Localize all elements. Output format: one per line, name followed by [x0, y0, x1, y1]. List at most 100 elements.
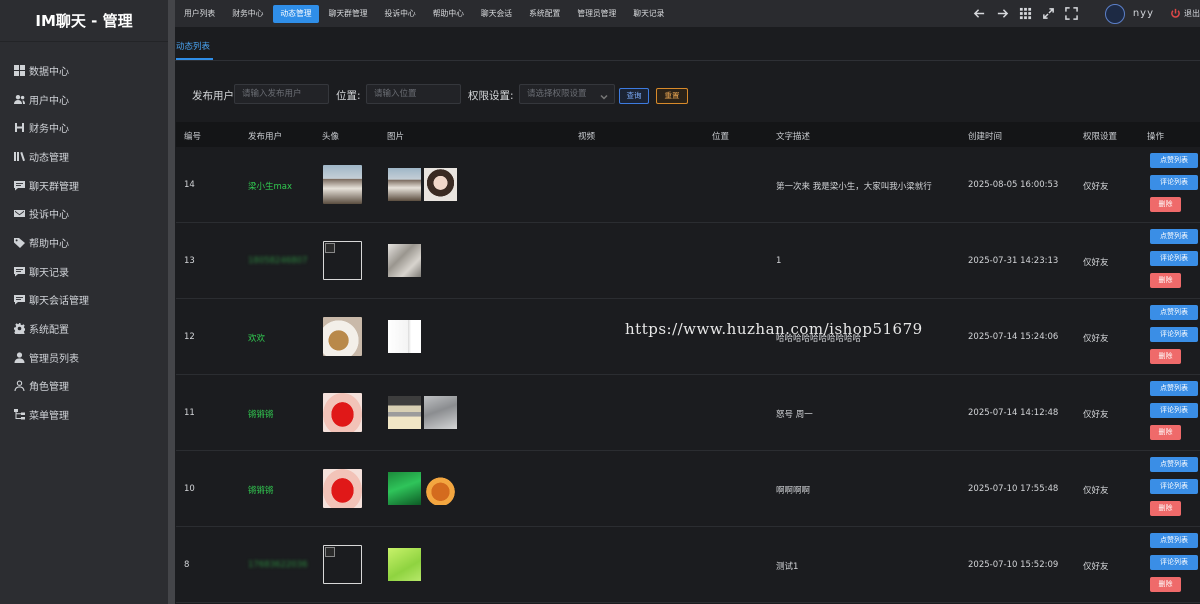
top-nav-tab-3[interactable]: 聊天群管理	[322, 5, 375, 23]
sidebar-item-6[interactable]: 帮助中心	[0, 228, 168, 257]
fullscreen-icon[interactable]	[1060, 4, 1083, 24]
mail-icon	[13, 207, 26, 220]
delete-button[interactable]: 删除	[1150, 273, 1181, 288]
cell-id: 14	[184, 180, 195, 190]
likes-list-button[interactable]: 点赞列表	[1150, 533, 1198, 548]
likes-list-button[interactable]: 点赞列表	[1150, 457, 1198, 472]
query-button[interactable]: 查询	[619, 88, 649, 104]
sidebar-item-9[interactable]: 系统配置	[0, 314, 168, 343]
sidebar-item-3[interactable]: 动态管理	[0, 142, 168, 171]
expand-icon[interactable]	[1037, 4, 1060, 24]
comments-list-button[interactable]: 评论列表	[1150, 555, 1198, 570]
sidebar-item-7[interactable]: 聊天记录	[0, 257, 168, 286]
location-input[interactable]: 请输入位置	[366, 84, 461, 104]
column-header-8: 权限设置	[1083, 132, 1118, 142]
column-header-2: 头像	[322, 132, 340, 142]
avatar-image[interactable]	[323, 165, 362, 204]
publisher-filter-label: 发布用户	[192, 90, 234, 102]
likes-list-button[interactable]: 点赞列表	[1150, 229, 1198, 244]
sidebar-item-5[interactable]: 投诉中心	[0, 199, 168, 228]
avatar-image[interactable]	[323, 317, 362, 356]
library-icon	[13, 150, 26, 163]
post-image[interactable]	[388, 396, 421, 429]
sidebar-item-10[interactable]: 管理员列表	[0, 343, 168, 372]
app-title: IM聊天 - 管理	[0, 0, 168, 42]
cell-text: 第一次来 我是梁小生，大家叫我小梁就行	[776, 182, 932, 192]
cell-permission: 仅好友	[1083, 258, 1109, 268]
post-image[interactable]	[388, 472, 421, 505]
delete-button[interactable]: 删除	[1150, 501, 1181, 516]
cell-text: 啊啊啊啊	[776, 486, 811, 496]
post-image[interactable]	[424, 472, 457, 505]
column-header-1: 发布用户	[248, 132, 283, 142]
likes-list-button[interactable]: 点赞列表	[1150, 153, 1198, 168]
publisher-input[interactable]: 请输入发布用户	[234, 84, 329, 104]
delete-button[interactable]: 删除	[1150, 197, 1181, 212]
comments-list-button[interactable]: 评论列表	[1150, 327, 1198, 342]
avatar-image[interactable]	[323, 469, 362, 508]
avatar-broken-image[interactable]	[323, 545, 362, 584]
sidebar-item-2[interactable]: 财务中心	[0, 113, 168, 142]
gear-icon	[13, 322, 26, 335]
cell-user: 锵锵锵	[248, 486, 274, 496]
top-nav-tab-5[interactable]: 帮助中心	[426, 5, 471, 23]
apps-grid-icon[interactable]	[1014, 4, 1037, 24]
top-nav-tab-2[interactable]: 动态管理	[273, 4, 319, 23]
post-image[interactable]	[388, 548, 421, 581]
back-arrow-icon[interactable]	[968, 4, 991, 24]
comments-list-button[interactable]: 评论列表	[1150, 251, 1198, 266]
finance-icon	[13, 121, 26, 134]
delete-button[interactable]: 删除	[1150, 577, 1181, 592]
delete-button[interactable]: 删除	[1150, 425, 1181, 440]
top-nav-tab-0[interactable]: 用户列表	[177, 5, 222, 23]
top-nav-tab-8[interactable]: 管理员管理	[570, 5, 623, 23]
username[interactable]: nyy	[1133, 8, 1154, 19]
forward-arrow-icon[interactable]	[991, 4, 1014, 24]
likes-list-button[interactable]: 点赞列表	[1150, 305, 1198, 320]
post-image[interactable]	[424, 396, 457, 429]
sidebar-item-label: 聊天记录	[29, 267, 69, 279]
permission-select[interactable]: 请选择权限设置	[519, 84, 615, 104]
avatar-broken-image[interactable]	[323, 241, 362, 280]
sidebar-item-1[interactable]: 用户中心	[0, 85, 168, 114]
cell-id: 12	[184, 332, 195, 342]
chat-icon	[13, 293, 26, 306]
sidebar-item-11[interactable]: 角色管理	[0, 372, 168, 401]
comments-list-button[interactable]: 评论列表	[1150, 403, 1198, 418]
top-nav-tab-6[interactable]: 聊天会话	[474, 5, 519, 23]
sidebar-item-8[interactable]: 聊天会话管理	[0, 286, 168, 315]
cell-permission: 仅好友	[1083, 562, 1109, 572]
sidebar-item-label: 动态管理	[29, 152, 69, 164]
logout-button[interactable]: 退出	[1170, 8, 1200, 19]
delete-button[interactable]: 删除	[1150, 349, 1181, 364]
post-image[interactable]	[388, 320, 421, 353]
avatar-image[interactable]	[323, 393, 362, 432]
reset-button[interactable]: 重置	[656, 88, 688, 104]
sidebar-menu: 数据中心 用户中心 财务中心动态管理聊天群管理 投诉中心 帮助中心聊天记录聊天会话管理系…	[0, 56, 168, 429]
sidebar-item-4[interactable]: 聊天群管理	[0, 171, 168, 200]
table-row: 10 锵锵锵 啊啊啊啊 2025-07-10 17:55:48 仅好友 点赞列表 评论列表删…	[176, 451, 1200, 527]
post-image[interactable]	[388, 168, 421, 201]
top-nav-tab-9[interactable]: 聊天记录	[626, 5, 671, 23]
cell-created: 2025-07-10 17:55:48	[968, 484, 1059, 494]
cell-id: 13	[184, 256, 195, 266]
top-nav-tab-7[interactable]: 系统配置	[522, 5, 567, 23]
tab-moments-list[interactable]: 动态列表	[176, 40, 210, 52]
main-content: 动态列表 发布用户 请输入发布用户 位置: 请输入位置 权限设置: 请选择权限设…	[175, 27, 1200, 604]
column-header-6: 文字描述	[776, 132, 811, 142]
row-actions: 点赞列表评论列表删除	[1150, 457, 1198, 523]
post-image[interactable]	[424, 168, 457, 201]
comments-list-button[interactable]: 评论列表	[1150, 175, 1198, 190]
sidebar-item-label: 菜单管理	[29, 411, 69, 423]
cell-permission: 仅好友	[1083, 486, 1109, 496]
sidebar-item-0[interactable]: 数据中心	[0, 56, 168, 85]
top-nav-tab-4[interactable]: 投诉中心	[378, 5, 423, 23]
sidebar-item-12[interactable]: 菜单管理	[0, 400, 168, 429]
grid-icon	[13, 64, 26, 77]
likes-list-button[interactable]: 点赞列表	[1150, 381, 1198, 396]
permission-select-placeholder: 请选择权限设置	[527, 89, 587, 99]
top-nav-tab-1[interactable]: 财务中心	[225, 5, 270, 23]
comments-list-button[interactable]: 评论列表	[1150, 479, 1198, 494]
post-image[interactable]	[388, 244, 421, 277]
user-avatar[interactable]	[1104, 3, 1125, 24]
